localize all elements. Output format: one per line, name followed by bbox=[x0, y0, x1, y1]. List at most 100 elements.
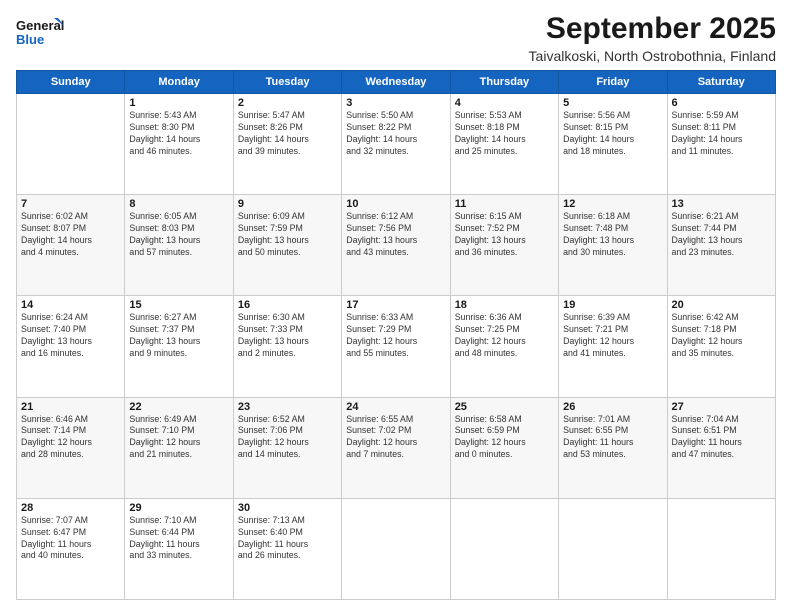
weekday-header-saturday: Saturday bbox=[667, 71, 775, 94]
day-info: Sunrise: 7:01 AM Sunset: 6:55 PM Dayligh… bbox=[563, 414, 662, 462]
calendar-cell: 4Sunrise: 5:53 AM Sunset: 8:18 PM Daylig… bbox=[450, 94, 558, 195]
title-block: September 2025 Taivalkoski, North Ostrob… bbox=[529, 12, 776, 64]
calendar-cell: 14Sunrise: 6:24 AM Sunset: 7:40 PM Dayli… bbox=[17, 296, 125, 397]
calendar-cell bbox=[450, 498, 558, 599]
day-number: 29 bbox=[129, 502, 228, 514]
logo: GeneralBlue bbox=[16, 16, 66, 52]
weekday-header-monday: Monday bbox=[125, 71, 233, 94]
day-info: Sunrise: 7:04 AM Sunset: 6:51 PM Dayligh… bbox=[672, 414, 771, 462]
day-info: Sunrise: 5:47 AM Sunset: 8:26 PM Dayligh… bbox=[238, 110, 337, 158]
weekday-header-sunday: Sunday bbox=[17, 71, 125, 94]
day-number: 9 bbox=[238, 198, 337, 210]
calendar-cell: 19Sunrise: 6:39 AM Sunset: 7:21 PM Dayli… bbox=[559, 296, 667, 397]
calendar-week-1: 1Sunrise: 5:43 AM Sunset: 8:30 PM Daylig… bbox=[17, 94, 776, 195]
calendar-cell: 20Sunrise: 6:42 AM Sunset: 7:18 PM Dayli… bbox=[667, 296, 775, 397]
day-number: 17 bbox=[346, 299, 445, 311]
calendar-cell bbox=[17, 94, 125, 195]
calendar-cell bbox=[667, 498, 775, 599]
day-info: Sunrise: 6:33 AM Sunset: 7:29 PM Dayligh… bbox=[346, 312, 445, 360]
calendar-cell: 30Sunrise: 7:13 AM Sunset: 6:40 PM Dayli… bbox=[233, 498, 341, 599]
day-number: 21 bbox=[21, 401, 120, 413]
page: GeneralBlue September 2025 Taivalkoski, … bbox=[0, 0, 792, 612]
calendar-cell: 10Sunrise: 6:12 AM Sunset: 7:56 PM Dayli… bbox=[342, 195, 450, 296]
weekday-header-friday: Friday bbox=[559, 71, 667, 94]
calendar-week-4: 21Sunrise: 6:46 AM Sunset: 7:14 PM Dayli… bbox=[17, 397, 776, 498]
calendar-cell: 24Sunrise: 6:55 AM Sunset: 7:02 PM Dayli… bbox=[342, 397, 450, 498]
calendar-cell: 22Sunrise: 6:49 AM Sunset: 7:10 PM Dayli… bbox=[125, 397, 233, 498]
day-number: 7 bbox=[21, 198, 120, 210]
day-info: Sunrise: 5:43 AM Sunset: 8:30 PM Dayligh… bbox=[129, 110, 228, 158]
day-info: Sunrise: 5:50 AM Sunset: 8:22 PM Dayligh… bbox=[346, 110, 445, 158]
day-number: 22 bbox=[129, 401, 228, 413]
day-number: 20 bbox=[672, 299, 771, 311]
day-number: 24 bbox=[346, 401, 445, 413]
day-info: Sunrise: 6:52 AM Sunset: 7:06 PM Dayligh… bbox=[238, 414, 337, 462]
day-number: 11 bbox=[455, 198, 554, 210]
calendar-cell: 7Sunrise: 6:02 AM Sunset: 8:07 PM Daylig… bbox=[17, 195, 125, 296]
header: GeneralBlue September 2025 Taivalkoski, … bbox=[16, 12, 776, 64]
day-number: 30 bbox=[238, 502, 337, 514]
day-info: Sunrise: 6:18 AM Sunset: 7:48 PM Dayligh… bbox=[563, 211, 662, 259]
day-info: Sunrise: 6:55 AM Sunset: 7:02 PM Dayligh… bbox=[346, 414, 445, 462]
day-info: Sunrise: 6:21 AM Sunset: 7:44 PM Dayligh… bbox=[672, 211, 771, 259]
day-number: 14 bbox=[21, 299, 120, 311]
day-info: Sunrise: 6:05 AM Sunset: 8:03 PM Dayligh… bbox=[129, 211, 228, 259]
day-info: Sunrise: 5:53 AM Sunset: 8:18 PM Dayligh… bbox=[455, 110, 554, 158]
day-number: 26 bbox=[563, 401, 662, 413]
day-info: Sunrise: 6:27 AM Sunset: 7:37 PM Dayligh… bbox=[129, 312, 228, 360]
calendar-cell: 8Sunrise: 6:05 AM Sunset: 8:03 PM Daylig… bbox=[125, 195, 233, 296]
calendar-cell: 21Sunrise: 6:46 AM Sunset: 7:14 PM Dayli… bbox=[17, 397, 125, 498]
weekday-header-thursday: Thursday bbox=[450, 71, 558, 94]
calendar-cell: 17Sunrise: 6:33 AM Sunset: 7:29 PM Dayli… bbox=[342, 296, 450, 397]
day-number: 10 bbox=[346, 198, 445, 210]
weekday-header-row: SundayMondayTuesdayWednesdayThursdayFrid… bbox=[17, 71, 776, 94]
weekday-header-tuesday: Tuesday bbox=[233, 71, 341, 94]
calendar-cell: 15Sunrise: 6:27 AM Sunset: 7:37 PM Dayli… bbox=[125, 296, 233, 397]
day-number: 27 bbox=[672, 401, 771, 413]
day-info: Sunrise: 6:36 AM Sunset: 7:25 PM Dayligh… bbox=[455, 312, 554, 360]
day-number: 19 bbox=[563, 299, 662, 311]
calendar-cell: 27Sunrise: 7:04 AM Sunset: 6:51 PM Dayli… bbox=[667, 397, 775, 498]
calendar-cell: 2Sunrise: 5:47 AM Sunset: 8:26 PM Daylig… bbox=[233, 94, 341, 195]
day-number: 6 bbox=[672, 97, 771, 109]
day-number: 4 bbox=[455, 97, 554, 109]
day-number: 2 bbox=[238, 97, 337, 109]
day-info: Sunrise: 7:13 AM Sunset: 6:40 PM Dayligh… bbox=[238, 515, 337, 563]
calendar-cell: 18Sunrise: 6:36 AM Sunset: 7:25 PM Dayli… bbox=[450, 296, 558, 397]
calendar-cell: 26Sunrise: 7:01 AM Sunset: 6:55 PM Dayli… bbox=[559, 397, 667, 498]
day-info: Sunrise: 6:12 AM Sunset: 7:56 PM Dayligh… bbox=[346, 211, 445, 259]
calendar-title: September 2025 bbox=[529, 12, 776, 46]
day-info: Sunrise: 6:24 AM Sunset: 7:40 PM Dayligh… bbox=[21, 312, 120, 360]
day-info: Sunrise: 7:07 AM Sunset: 6:47 PM Dayligh… bbox=[21, 515, 120, 563]
calendar-cell: 9Sunrise: 6:09 AM Sunset: 7:59 PM Daylig… bbox=[233, 195, 341, 296]
day-number: 15 bbox=[129, 299, 228, 311]
calendar-cell: 23Sunrise: 6:52 AM Sunset: 7:06 PM Dayli… bbox=[233, 397, 341, 498]
calendar-cell: 3Sunrise: 5:50 AM Sunset: 8:22 PM Daylig… bbox=[342, 94, 450, 195]
day-info: Sunrise: 5:56 AM Sunset: 8:15 PM Dayligh… bbox=[563, 110, 662, 158]
day-number: 18 bbox=[455, 299, 554, 311]
calendar-cell: 5Sunrise: 5:56 AM Sunset: 8:15 PM Daylig… bbox=[559, 94, 667, 195]
calendar-cell: 1Sunrise: 5:43 AM Sunset: 8:30 PM Daylig… bbox=[125, 94, 233, 195]
calendar-cell: 29Sunrise: 7:10 AM Sunset: 6:44 PM Dayli… bbox=[125, 498, 233, 599]
day-info: Sunrise: 6:49 AM Sunset: 7:10 PM Dayligh… bbox=[129, 414, 228, 462]
day-info: Sunrise: 6:46 AM Sunset: 7:14 PM Dayligh… bbox=[21, 414, 120, 462]
calendar-cell: 16Sunrise: 6:30 AM Sunset: 7:33 PM Dayli… bbox=[233, 296, 341, 397]
day-number: 28 bbox=[21, 502, 120, 514]
calendar-cell: 11Sunrise: 6:15 AM Sunset: 7:52 PM Dayli… bbox=[450, 195, 558, 296]
day-number: 12 bbox=[563, 198, 662, 210]
calendar-week-2: 7Sunrise: 6:02 AM Sunset: 8:07 PM Daylig… bbox=[17, 195, 776, 296]
day-number: 23 bbox=[238, 401, 337, 413]
day-info: Sunrise: 5:59 AM Sunset: 8:11 PM Dayligh… bbox=[672, 110, 771, 158]
day-info: Sunrise: 6:15 AM Sunset: 7:52 PM Dayligh… bbox=[455, 211, 554, 259]
day-number: 5 bbox=[563, 97, 662, 109]
calendar-cell: 12Sunrise: 6:18 AM Sunset: 7:48 PM Dayli… bbox=[559, 195, 667, 296]
calendar-week-5: 28Sunrise: 7:07 AM Sunset: 6:47 PM Dayli… bbox=[17, 498, 776, 599]
calendar-week-3: 14Sunrise: 6:24 AM Sunset: 7:40 PM Dayli… bbox=[17, 296, 776, 397]
calendar-cell: 6Sunrise: 5:59 AM Sunset: 8:11 PM Daylig… bbox=[667, 94, 775, 195]
calendar-cell: 28Sunrise: 7:07 AM Sunset: 6:47 PM Dayli… bbox=[17, 498, 125, 599]
day-number: 8 bbox=[129, 198, 228, 210]
day-info: Sunrise: 6:39 AM Sunset: 7:21 PM Dayligh… bbox=[563, 312, 662, 360]
calendar-subtitle: Taivalkoski, North Ostrobothnia, Finland bbox=[529, 48, 776, 64]
weekday-header-wednesday: Wednesday bbox=[342, 71, 450, 94]
day-info: Sunrise: 6:42 AM Sunset: 7:18 PM Dayligh… bbox=[672, 312, 771, 360]
